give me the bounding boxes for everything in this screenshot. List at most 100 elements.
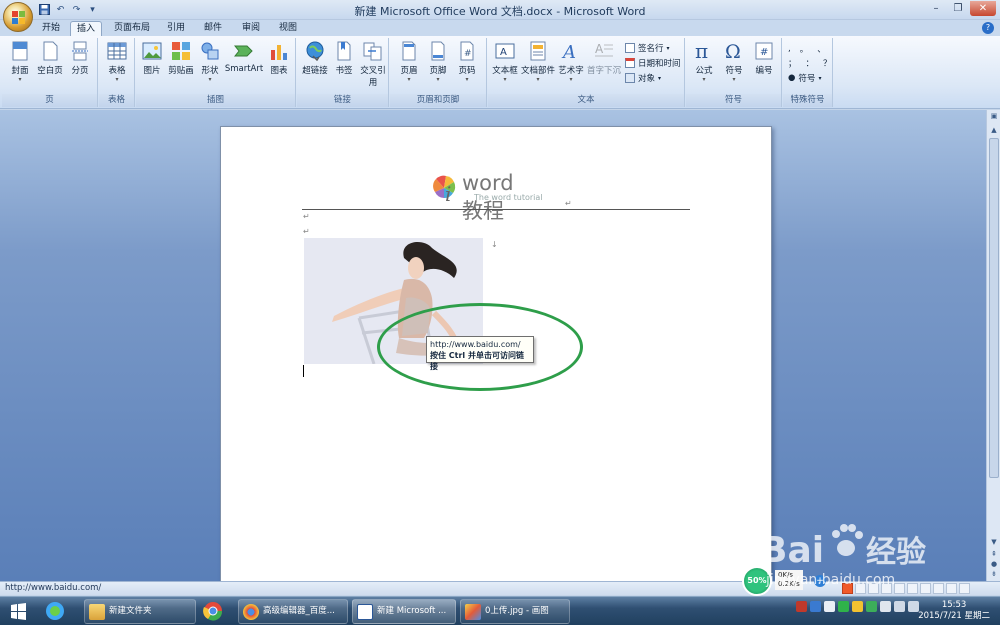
tray-star-icon[interactable] <box>852 601 863 612</box>
footer-button[interactable]: 页脚 ▾ <box>423 41 453 83</box>
symbol-button[interactable]: Ω 符号 ▾ <box>719 41 749 83</box>
omega-icon: Ω <box>725 41 741 61</box>
scroll-thumb[interactable] <box>989 138 999 478</box>
page-break-button[interactable]: 分页 <box>65 41 95 76</box>
drop-cap-button[interactable]: A 首字下沉 <box>586 41 622 76</box>
taskbar-item-editor[interactable]: 高级编辑器_百度... <box>238 599 348 624</box>
group-special-symbols: , 。、 ；：？ ● 符号 ▾ 特殊符号 <box>783 38 833 107</box>
tab-mailings[interactable]: 邮件 <box>198 21 228 36</box>
taskbar-item-word[interactable]: 新建 Microsoft ... <box>352 599 456 624</box>
ime-user-icon[interactable] <box>920 583 931 594</box>
page-break-icon <box>72 41 88 61</box>
ime-emoji-icon[interactable] <box>894 583 905 594</box>
special-symbol-grid-row2[interactable]: ；：？ <box>788 57 838 69</box>
taskbar-clock[interactable]: 15:53 2015/7/21 星期二 <box>918 600 990 622</box>
scroll-down-icon[interactable]: ▼ <box>988 538 1000 548</box>
object-button[interactable]: 对象 ▾ <box>625 72 661 84</box>
ime-sogou-icon[interactable] <box>842 583 853 594</box>
smartart-button[interactable]: SmartArt <box>224 41 264 74</box>
bookmark-button[interactable]: 书签 <box>329 41 359 76</box>
scroll-up-icon[interactable]: ▲ <box>988 126 1000 136</box>
wordart-button[interactable]: A 艺术字 ▾ <box>556 41 586 83</box>
ime-punct-icon[interactable] <box>881 583 892 594</box>
ime-moon-icon[interactable] <box>868 583 879 594</box>
blank-page-button[interactable]: 空白页 <box>35 41 65 76</box>
quick-parts-button[interactable]: 文档部件 ▾ <box>520 41 556 83</box>
cover-page-button[interactable]: 封面 ▾ <box>5 41 35 83</box>
special-symbol-grid[interactable]: , 。、 <box>788 43 832 55</box>
clip-art-button[interactable]: 剪贴画 <box>166 41 196 76</box>
tray-alert-icon[interactable] <box>796 601 807 612</box>
symbol-period[interactable]: 。 <box>800 43 815 55</box>
drop-cap-label: 首字下沉 <box>586 66 621 76</box>
restore-icon[interactable]: ❐ <box>948 1 968 16</box>
text-box-button[interactable]: A 文本框 ▾ <box>490 41 520 83</box>
hyperlink-button[interactable]: 超链接 <box>300 41 330 76</box>
numbering-button[interactable]: # 编号 <box>749 41 779 76</box>
network-speed-widget[interactable]: 50% 0K/s 0.2K/s + <box>742 566 826 596</box>
equation-button[interactable]: π 公式 ▾ <box>689 41 719 83</box>
page-number-button[interactable]: # 页码 ▾ <box>452 41 482 83</box>
header-button[interactable]: 页眉 ▾ <box>394 41 424 83</box>
ime-settings-icon[interactable] <box>959 583 970 594</box>
ime-keyboard-icon[interactable] <box>907 583 918 594</box>
tray-flag-icon[interactable] <box>880 601 891 612</box>
shapes-icon <box>201 42 219 60</box>
ime-skin-icon[interactable] <box>933 583 944 594</box>
paragraph-mark: ↵ <box>565 199 572 208</box>
tab-insert[interactable]: 插入 <box>70 21 103 36</box>
taskbar-item-folder[interactable]: 新建文件夹 <box>84 599 196 624</box>
symbol-semicolon[interactable]: ； <box>788 57 803 69</box>
tab-review[interactable]: 审阅 <box>236 21 266 36</box>
window-title: 新建 Microsoft Office Word 文档.docx - Micro… <box>354 5 646 18</box>
table-button[interactable]: 表格 ▾ <box>102 41 132 83</box>
browser-360-icon[interactable] <box>40 599 70 624</box>
blank-page-icon <box>43 41 58 61</box>
group-pages: 封面 ▾ 空白页 分页 页 <box>2 38 98 107</box>
symbol-comma-2[interactable]: 、 <box>817 43 832 55</box>
special-symbol-more-button[interactable]: ● 符号 ▾ <box>788 72 821 84</box>
page-number-icon: # <box>460 41 474 61</box>
paint-icon <box>465 604 481 620</box>
previous-page-icon[interactable]: ⇞ <box>988 550 1000 560</box>
tab-page-layout[interactable]: 页面布局 <box>108 21 156 36</box>
shapes-button[interactable]: 形状 ▾ <box>195 41 225 83</box>
tab-view[interactable]: 视图 <box>273 21 303 36</box>
ime-menu-icon[interactable] <box>946 583 957 594</box>
chart-button[interactable]: 图表 <box>264 41 294 76</box>
signature-line-button[interactable]: 签名行 ▾ <box>625 42 670 54</box>
group-label-special-symbols: 特殊符号 <box>783 94 832 107</box>
tray-word-icon[interactable] <box>824 601 835 612</box>
vertical-scrollbar[interactable]: ▣ ▲ ▼ ⇞ ● ⇟ <box>986 110 1000 581</box>
minimize-icon[interactable]: – <box>926 1 946 16</box>
cover-page-icon <box>12 41 28 61</box>
object-label: 对象 <box>638 74 656 84</box>
tray-network-icon[interactable] <box>894 601 905 612</box>
symbol-question[interactable]: ？ <box>823 57 838 69</box>
picture-button[interactable]: 图片 <box>137 41 167 76</box>
accelerate-icon[interactable]: + <box>814 575 826 587</box>
browse-object-icon[interactable]: ● <box>988 560 1000 570</box>
group-tables: 表格 ▾ 表格 <box>99 38 135 107</box>
chrome-icon[interactable] <box>198 599 228 624</box>
tray-security-icon[interactable] <box>838 601 849 612</box>
help-icon[interactable]: ? <box>982 22 994 34</box>
tray-shield-icon[interactable] <box>810 601 821 612</box>
svg-text:i: i <box>445 182 451 203</box>
tab-home[interactable]: 开始 <box>36 21 66 36</box>
ruler-toggle-icon[interactable]: ▣ <box>988 112 1000 122</box>
tab-references[interactable]: 引用 <box>161 21 191 36</box>
next-page-icon[interactable]: ⇟ <box>988 570 1000 580</box>
cross-reference-button[interactable]: 交叉引用 <box>358 41 388 88</box>
symbol-colon[interactable]: ： <box>806 57 821 69</box>
ime-chinese-icon[interactable] <box>855 583 866 594</box>
tray-guard-icon[interactable] <box>866 601 877 612</box>
taskbar-item-paint[interactable]: 0上传.jpg - 画图 <box>460 599 570 624</box>
numbering-label: 编号 <box>755 66 773 76</box>
close-icon[interactable]: ✕ <box>970 1 996 16</box>
office-button[interactable] <box>3 2 33 32</box>
start-button[interactable] <box>3 599 33 624</box>
date-time-button[interactable]: 日期和时间 <box>625 57 681 69</box>
symbol-comma[interactable]: , <box>788 44 797 54</box>
document-page[interactable]: i word教程 The word tutorial ↵ ↵ ↵ ↓ http:… <box>220 126 772 582</box>
